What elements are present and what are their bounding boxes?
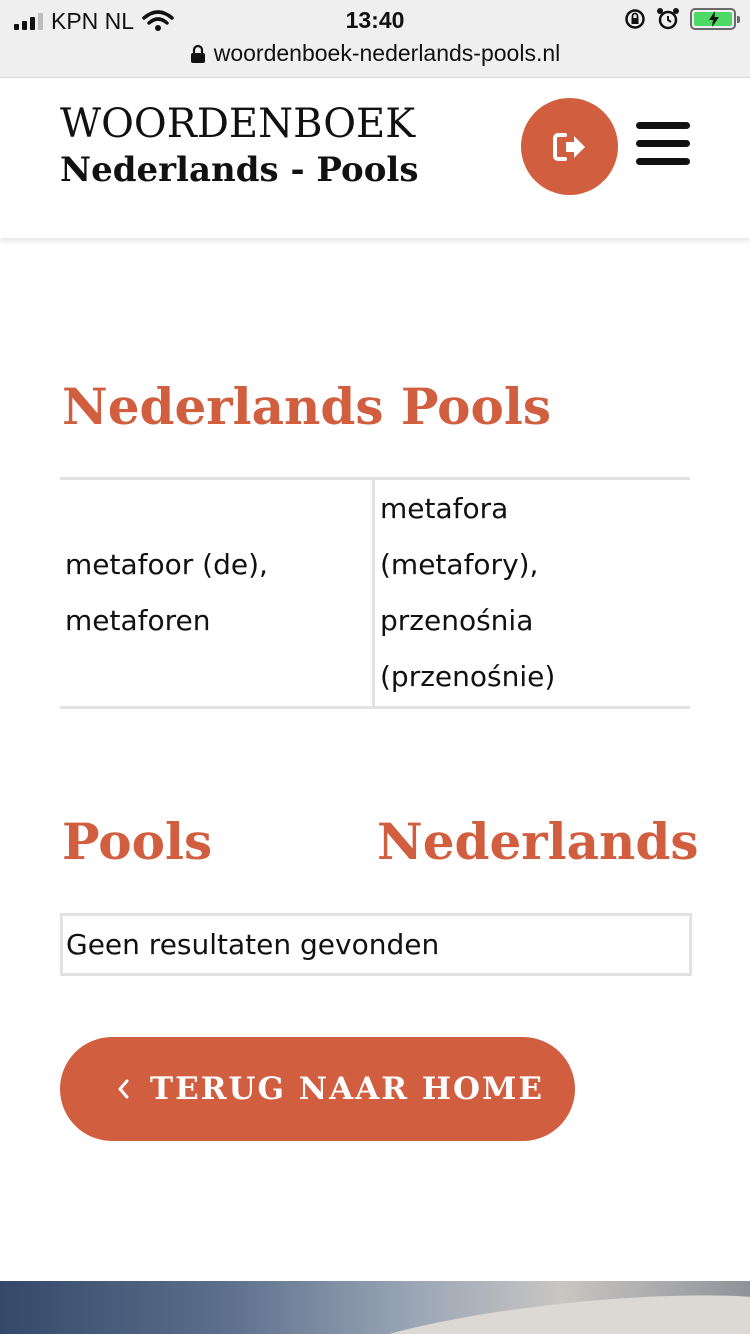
section-title-pl: Pools [62, 812, 213, 871]
translation-table: metafoor (de), metaforen metafora (metaf… [60, 477, 690, 709]
status-right [624, 7, 740, 31]
hamburger-bar [636, 158, 690, 165]
login-button[interactable] [521, 98, 618, 195]
no-results-message: Geen resultaten gevonden [60, 913, 692, 976]
logo-line-1: WOORDENBOEK [60, 101, 416, 147]
battery-icon [690, 8, 740, 30]
url-text: woordenboek-nederlands-pools.nl [213, 40, 561, 66]
hamburger-icon [636, 122, 690, 129]
alarm-icon [657, 8, 679, 30]
footer-hero-image [0, 1281, 750, 1334]
site-header: WOORDENBOEK Nederlands - Pools [0, 78, 750, 238]
section-title-nl: Nederlands [377, 812, 699, 871]
status-bar: KPN NL 13:40 woordenboek-nederlands-pool… [0, 0, 750, 78]
back-to-home-label: TERUG NAAR HOME [150, 1071, 544, 1107]
back-to-home-button[interactable]: TERUG NAAR HOME [60, 1037, 575, 1141]
rotation-lock-icon [625, 9, 645, 29]
logo-line-2: Nederlands - Pools [60, 150, 419, 190]
chevron-left-icon [118, 1079, 129, 1099]
polish-term-2: przenośnia [380, 604, 534, 637]
dutch-term: metafoor (de), [65, 548, 268, 581]
site-logo[interactable]: WOORDENBOEK Nederlands - Pools [60, 100, 418, 192]
polish-cell: metafora (metafory), przenośnia (przenoś… [375, 480, 690, 706]
sign-in-icon [552, 132, 585, 161]
section-title-nl-pl: Nederlands Pools [62, 377, 551, 436]
polish-plural-2: (przenośnie) [380, 660, 556, 693]
dutch-plural: metaforen [65, 604, 211, 637]
hamburger-menu-button[interactable] [636, 122, 690, 172]
polish-plural-1: (metafory), [380, 548, 539, 581]
dutch-cell: metafoor (de), metaforen [60, 480, 375, 706]
lock-icon [190, 44, 205, 63]
polish-term-1: metafora [380, 492, 509, 525]
hamburger-bar [636, 140, 690, 147]
address-bar[interactable]: woordenboek-nederlands-pools.nl [0, 40, 750, 67]
